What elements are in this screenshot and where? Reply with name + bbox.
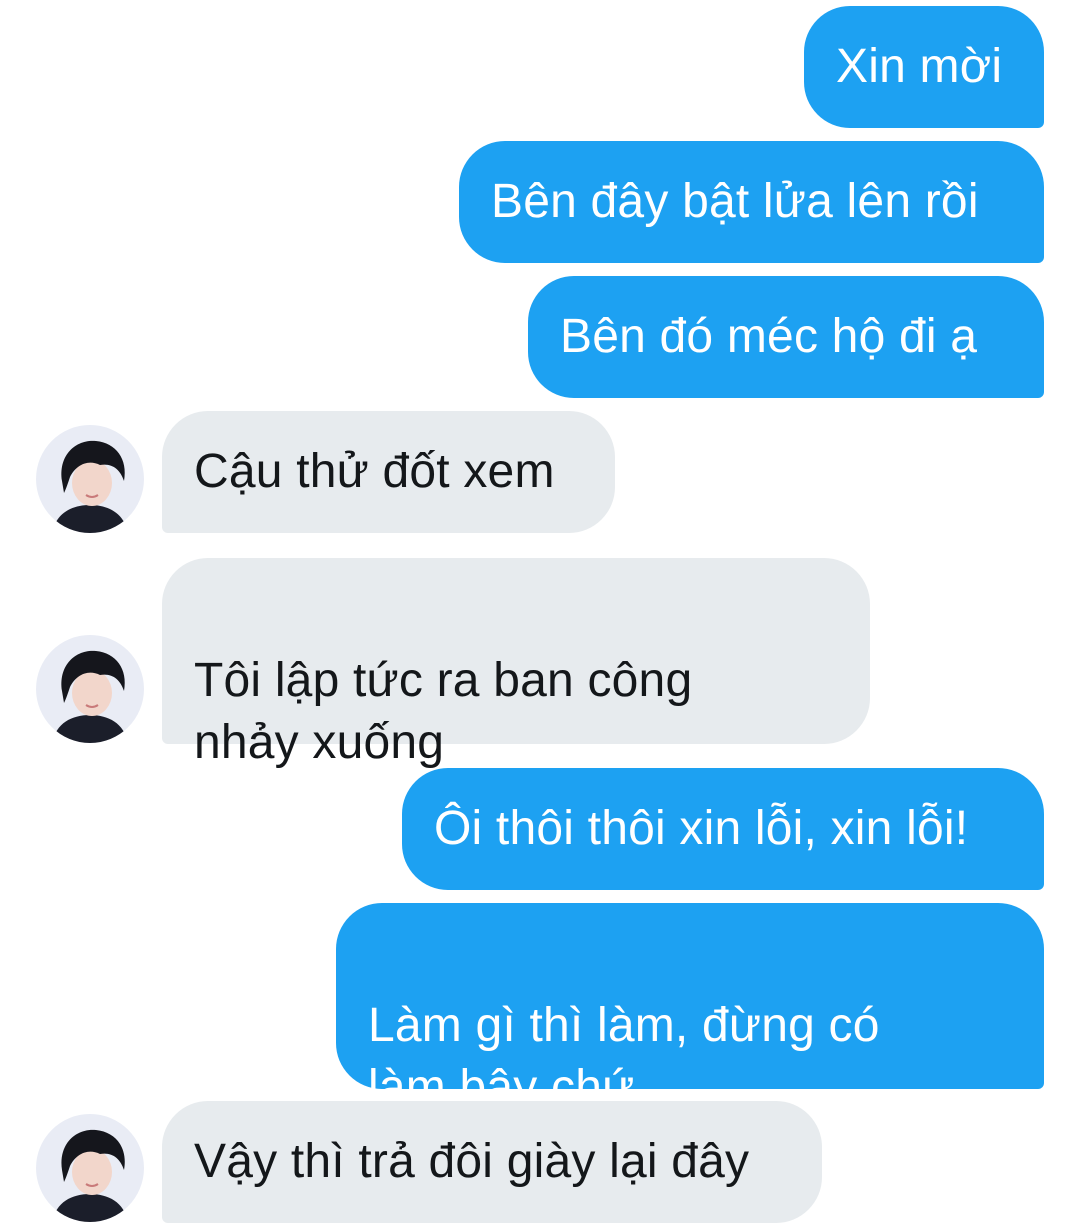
message-bubble-received[interactable]: Cậu thử đốt xem (162, 411, 615, 533)
contact-avatar[interactable] (36, 635, 144, 743)
avatar-icon (36, 425, 144, 533)
message-bubble-sent[interactable]: Bên đây bật lửa lên rồi (459, 141, 1044, 263)
avatar-icon (36, 635, 144, 743)
message-bubble-sent[interactable]: Ôi thôi thôi xin lỗi, xin lỗi! (402, 768, 1044, 890)
contact-avatar[interactable] (36, 1114, 144, 1222)
message-bubble-sent[interactable]: Bên đó méc hộ đi ạ (528, 276, 1044, 398)
contact-avatar[interactable] (36, 425, 144, 533)
message-text: Ôi thôi thôi xin lỗi, xin lỗi! (434, 802, 969, 855)
message-bubble-received[interactable]: Vậy thì trả đôi giày lại đây (162, 1101, 822, 1223)
message-text: Vậy thì trả đôi giày lại đây (194, 1135, 750, 1188)
message-text: Bên đó méc hộ đi ạ (560, 310, 978, 363)
message-text: Làm gì thì làm, đừng có làm bậy chứ (368, 999, 880, 1114)
message-text: Bên đây bật lửa lên rồi (491, 175, 979, 228)
message-bubble-sent[interactable]: Xin mời (804, 6, 1044, 128)
message-bubble-received[interactable]: Tôi lập tức ra ban công nhảy xuống (162, 558, 870, 769)
message-bubble-sent[interactable]: Làm gì thì làm, đừng có làm bậy chứ (336, 903, 1044, 1114)
message-text: Xin mời (836, 40, 1003, 93)
message-text: Cậu thử đốt xem (194, 445, 555, 498)
message-text: Tôi lập tức ra ban công nhảy xuống (194, 654, 693, 769)
avatar-icon (36, 1114, 144, 1222)
